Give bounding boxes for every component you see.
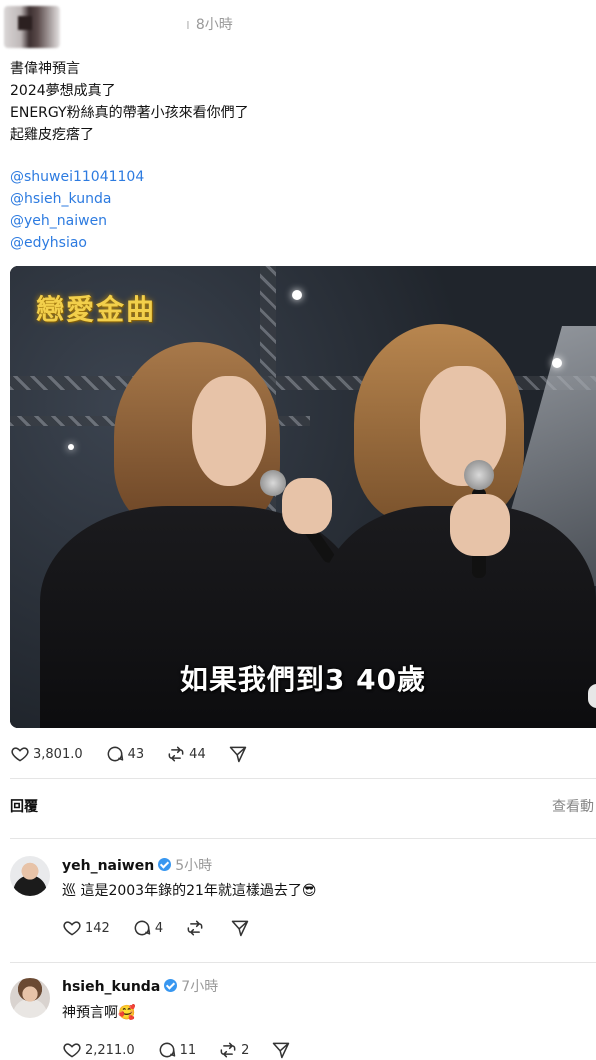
post-time: ı 8小時 (186, 17, 233, 33)
mention-link[interactable]: @hsieh_kunda (10, 188, 111, 210)
comment-icon (159, 1042, 175, 1058)
repost-icon (187, 920, 203, 936)
microphone-head (260, 470, 286, 496)
comment-header: hsieh_kunda 7小時 (62, 976, 218, 996)
stage-light (68, 444, 74, 450)
comment-button[interactable]: 11 (157, 1040, 197, 1060)
person-right-hand (450, 494, 510, 556)
post-video[interactable]: 戀愛金曲 如果我們到3 40歲 (10, 266, 596, 728)
post-text-line-1: 書偉神預言 (10, 61, 80, 77)
post-text-line-2: 2024夢想成真了 (10, 83, 116, 99)
comment-button[interactable]: 43 (105, 744, 145, 764)
share-icon (273, 1042, 290, 1059)
person-right-face (420, 366, 506, 486)
comment-header: yeh_naiwen 5小時 (62, 855, 212, 875)
like-button[interactable]: 3,801.0 (10, 744, 83, 764)
commenter-username[interactable]: yeh_naiwen (62, 858, 154, 874)
author-avatar[interactable] (4, 6, 60, 48)
carousel-next-handle[interactable] (588, 684, 596, 708)
share-icon (231, 920, 249, 937)
comment-actions: 142 4 (62, 918, 275, 938)
share-button[interactable] (228, 744, 251, 764)
repost-count: 44 (189, 746, 206, 762)
like-button[interactable]: 142 (62, 918, 110, 938)
stage-light (292, 290, 302, 300)
comment-text: 巡 這是2003年錄的21年就這樣過去了😎 (62, 883, 317, 899)
show-logo: 戀愛金曲 (36, 293, 157, 326)
comment-icon (107, 746, 123, 762)
view-activity-link[interactable]: 查看動 (552, 796, 594, 816)
share-button[interactable] (230, 918, 253, 938)
verified-badge-icon (158, 858, 172, 871)
repost-button[interactable]: 2 (218, 1040, 249, 1060)
commenter-avatar[interactable] (10, 978, 50, 1018)
stage-light (552, 358, 562, 368)
video-subtitle: 如果我們到3 40歲 (179, 663, 427, 696)
post-text-line-4: 起雞皮疙瘩了 (10, 127, 94, 143)
microphone-head (464, 460, 494, 490)
repost-button[interactable]: 44 (166, 744, 206, 764)
comment-count: 43 (127, 746, 145, 762)
mention-link[interactable]: @yeh_naiwen (10, 210, 107, 232)
replies-title: 回覆 (10, 799, 38, 815)
heart-icon (11, 747, 29, 762)
heart-icon (63, 921, 81, 936)
commenter-username[interactable]: hsieh_kunda (62, 979, 160, 995)
person-left-hand (282, 478, 332, 534)
like-count: 3,801.0 (33, 746, 83, 762)
mention-link[interactable]: @shuwei11041104 (10, 166, 144, 188)
divider (10, 962, 596, 963)
verified-badge-icon (164, 979, 178, 992)
post-text-line-3: ENERGY粉絲真的帶著小孩來看你們了 (10, 105, 249, 121)
divider (10, 778, 596, 779)
comment-button[interactable]: 4 (132, 918, 163, 938)
comment-time: 7小時 (181, 979, 219, 995)
like-count: 142 (85, 920, 110, 936)
comment-count: 11 (179, 1042, 197, 1058)
divider (10, 838, 596, 839)
repost-icon (220, 1042, 236, 1058)
comment-actions: 2,211.0 11 2 (62, 1040, 316, 1060)
share-button[interactable] (271, 1040, 294, 1060)
repost-count: 2 (241, 1042, 250, 1058)
share-icon (229, 746, 246, 763)
comment-time: 5小時 (175, 858, 213, 874)
repost-icon (168, 746, 184, 762)
mention-link[interactable]: @edyhsiao (10, 232, 87, 254)
comment-text: 神預言啊🥰 (62, 1005, 136, 1021)
commenter-avatar[interactable] (10, 856, 50, 896)
comment-icon (134, 920, 151, 936)
post-actions: 3,801.0 43 44 (10, 744, 273, 764)
like-count: 2,211.0 (85, 1042, 135, 1058)
heart-icon (63, 1043, 81, 1058)
like-button[interactable]: 2,211.0 (62, 1040, 135, 1060)
comment-count: 4 (154, 920, 164, 936)
person-left-face (192, 376, 266, 486)
repost-button[interactable] (185, 918, 208, 938)
